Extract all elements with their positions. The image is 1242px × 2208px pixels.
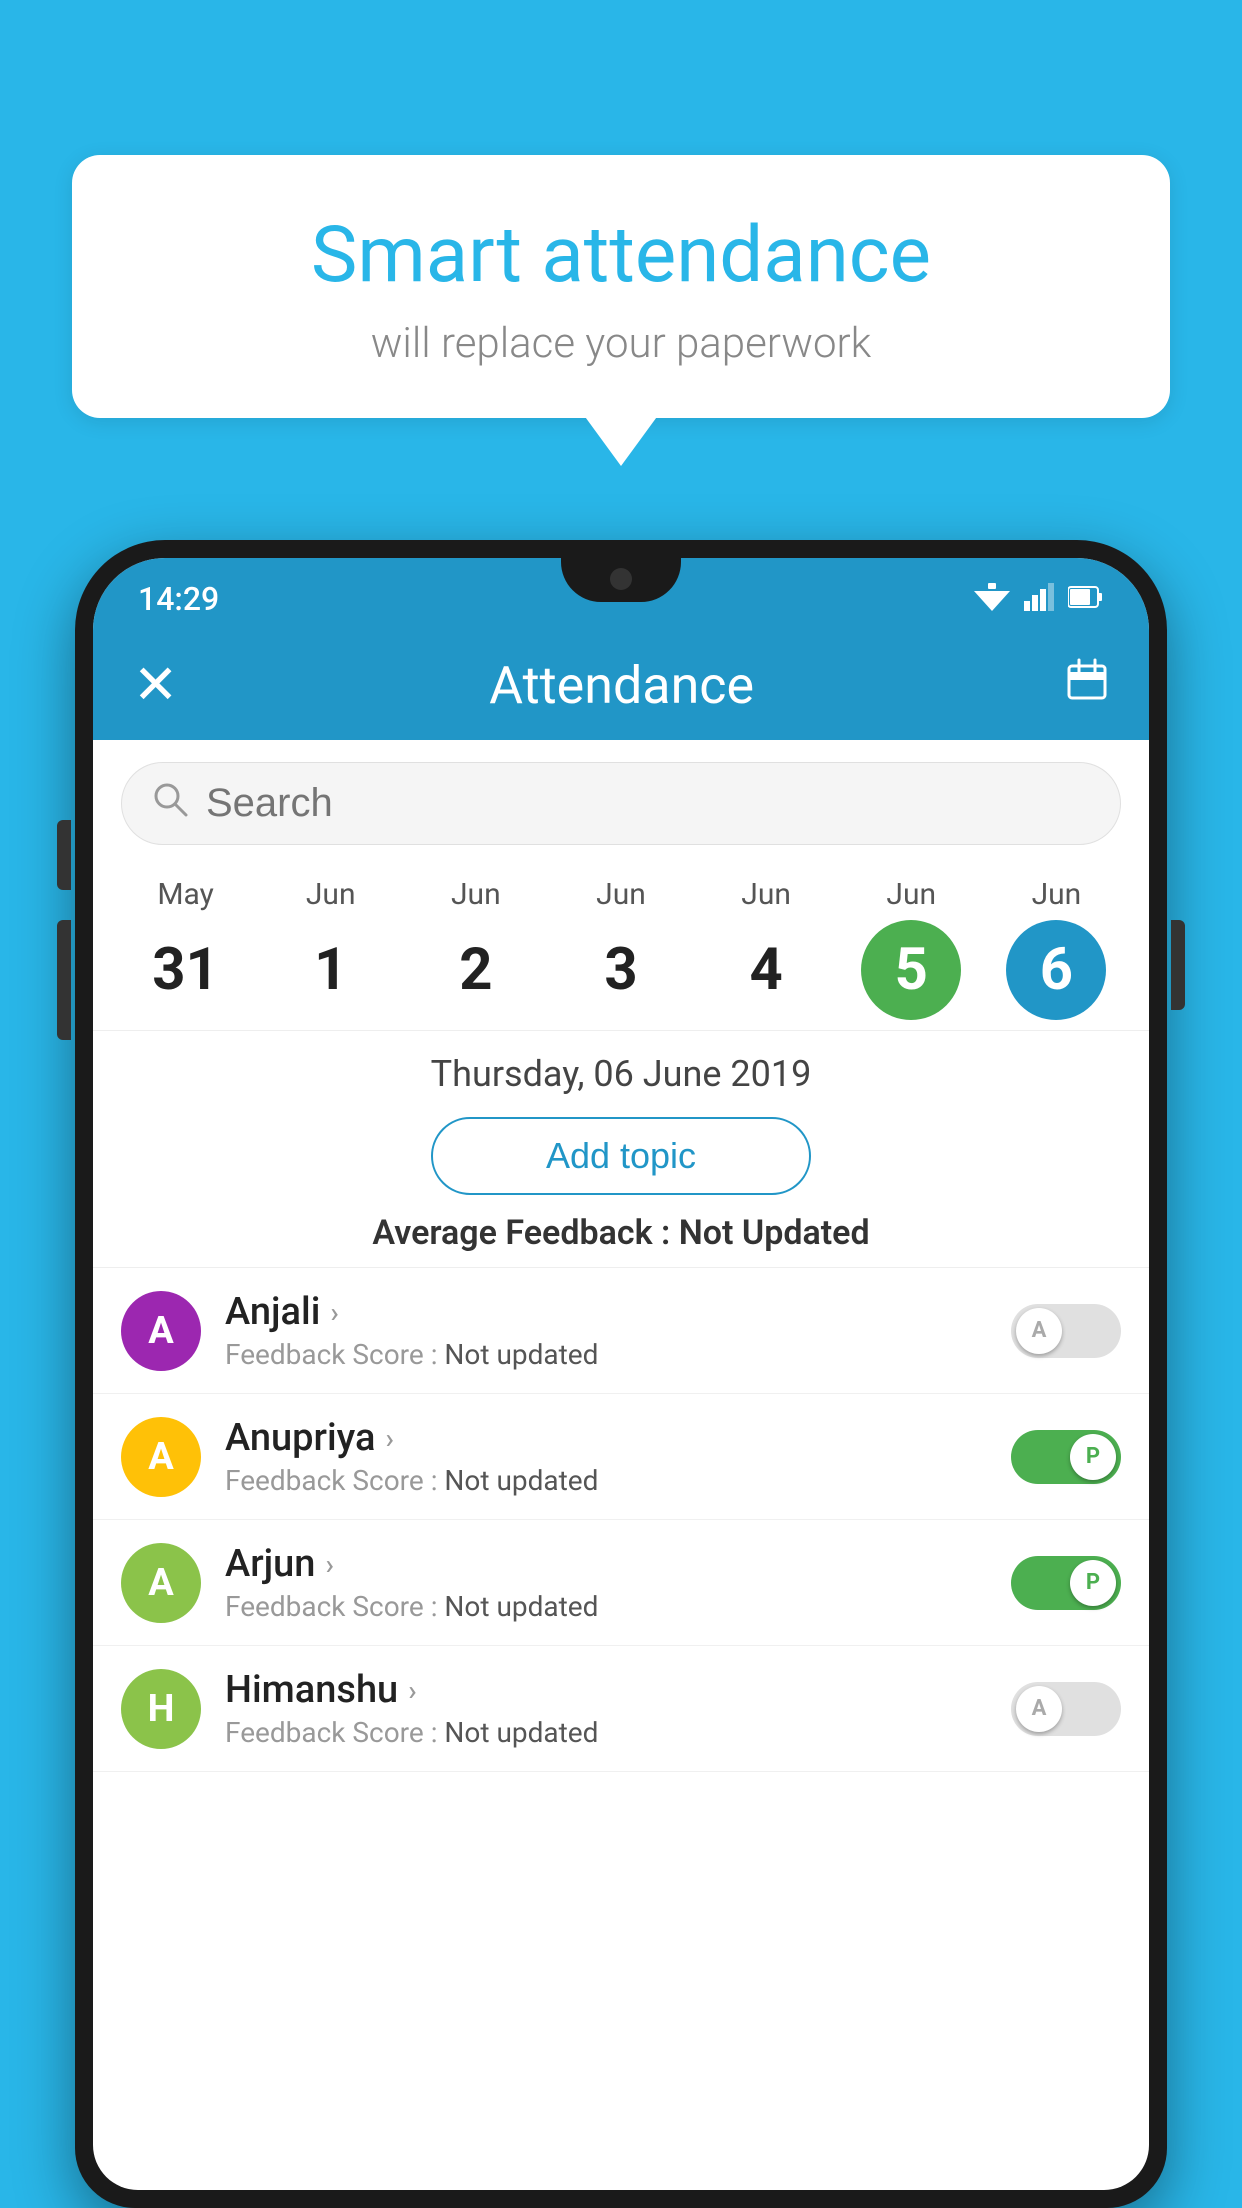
speech-bubble: Smart attendance will replace your paper… bbox=[72, 155, 1170, 418]
date-number[interactable]: 2 bbox=[426, 920, 526, 1020]
bubble-subtitle: will replace your paperwork bbox=[132, 319, 1110, 368]
avg-feedback-value: Not Updated bbox=[679, 1213, 870, 1253]
chevron-icon: › bbox=[330, 1296, 338, 1329]
attendance-toggle[interactable]: P bbox=[1011, 1430, 1121, 1484]
date-month: May bbox=[157, 877, 213, 912]
date-number[interactable]: 4 bbox=[716, 920, 816, 1020]
date-item[interactable]: May 31 bbox=[126, 877, 246, 1020]
student-list: AAnjali ›Feedback Score : Not updatedAAA… bbox=[93, 1268, 1149, 1772]
date-month: Jun bbox=[1032, 877, 1082, 912]
app-bar-title: Attendance bbox=[489, 655, 754, 716]
student-name: Himanshu › bbox=[225, 1668, 1011, 1712]
date-month: Jun bbox=[741, 877, 791, 912]
avatar: A bbox=[121, 1417, 201, 1497]
chevron-icon: › bbox=[408, 1674, 416, 1707]
student-name: Anupriya › bbox=[225, 1416, 1011, 1460]
date-item[interactable]: Jun 3 bbox=[561, 877, 681, 1020]
date-item[interactable]: Jun 5 bbox=[851, 877, 971, 1020]
avatar: A bbox=[121, 1291, 201, 1371]
date-number[interactable]: 6 bbox=[1006, 920, 1106, 1020]
avg-feedback-label: Average Feedback : bbox=[372, 1213, 678, 1253]
date-month: Jun bbox=[886, 877, 936, 912]
student-item[interactable]: A Arjun › Feedback Score : Not updated P bbox=[93, 1520, 1149, 1646]
wifi-icon bbox=[974, 583, 1010, 615]
student-name: Anjali › bbox=[225, 1290, 1011, 1334]
date-month: Jun bbox=[451, 877, 501, 912]
student-info: Arjun › Feedback Score : Not updated bbox=[225, 1542, 1011, 1623]
phone-frame: 14:29 bbox=[75, 540, 1167, 2208]
toggle-knob: A bbox=[1016, 1686, 1062, 1732]
avg-feedback: Average Feedback : Not Updated bbox=[93, 1213, 1149, 1268]
feedback-score: Feedback Score : Not updated bbox=[225, 1590, 1011, 1623]
status-time: 14:29 bbox=[138, 580, 219, 618]
student-item[interactable]: H Himanshu › Feedback Score : Not updatedA bbox=[93, 1646, 1149, 1772]
avatar: A bbox=[121, 1543, 201, 1623]
date-selector: May 31 Jun 1 Jun 2 Jun 3 Jun 4 Jun 5 Jun 6 bbox=[93, 867, 1149, 1031]
add-topic-button[interactable]: Add topic bbox=[431, 1117, 811, 1195]
feedback-score: Feedback Score : Not updated bbox=[225, 1464, 1011, 1497]
calendar-button[interactable] bbox=[1065, 658, 1109, 713]
date-number[interactable]: 31 bbox=[136, 920, 236, 1020]
signal-icon bbox=[1024, 583, 1054, 615]
toggle-container[interactable]: A bbox=[1011, 1682, 1121, 1736]
selected-date: Thursday, 06 June 2019 bbox=[93, 1031, 1149, 1109]
search-icon bbox=[152, 781, 188, 826]
date-month: Jun bbox=[306, 877, 356, 912]
date-item[interactable]: Jun 6 bbox=[996, 877, 1116, 1020]
app-bar: ✕ Attendance bbox=[93, 630, 1149, 740]
attendance-toggle[interactable]: P bbox=[1011, 1556, 1121, 1610]
toggle-container[interactable]: P bbox=[1011, 1556, 1121, 1610]
toggle-knob: P bbox=[1070, 1560, 1116, 1606]
avatar: H bbox=[121, 1669, 201, 1749]
camera bbox=[610, 568, 632, 590]
search-bar[interactable] bbox=[121, 762, 1121, 845]
toggle-container[interactable]: A bbox=[1011, 1304, 1121, 1358]
search-input[interactable] bbox=[206, 781, 1090, 826]
student-item[interactable]: A Anupriya › Feedback Score : Not updated P bbox=[93, 1394, 1149, 1520]
notch bbox=[561, 558, 681, 602]
volume-down-button bbox=[57, 920, 71, 1040]
attendance-toggle[interactable]: A bbox=[1011, 1304, 1121, 1358]
date-number[interactable]: 3 bbox=[571, 920, 671, 1020]
date-item[interactable]: Jun 1 bbox=[271, 877, 391, 1020]
toggle-knob: P bbox=[1070, 1434, 1116, 1480]
power-button bbox=[1171, 920, 1185, 1010]
student-info: Himanshu › Feedback Score : Not updated bbox=[225, 1668, 1011, 1749]
student-item[interactable]: AAnjali ›Feedback Score : Not updatedA bbox=[93, 1268, 1149, 1394]
feedback-score: Feedback Score : Not updated bbox=[225, 1338, 1011, 1371]
toggle-knob: A bbox=[1016, 1308, 1062, 1354]
volume-up-button bbox=[57, 820, 71, 890]
date-item[interactable]: Jun 2 bbox=[416, 877, 536, 1020]
date-month: Jun bbox=[596, 877, 646, 912]
phone-screen: 14:29 bbox=[93, 558, 1149, 2190]
close-button[interactable]: ✕ bbox=[133, 653, 178, 717]
date-item[interactable]: Jun 4 bbox=[706, 877, 826, 1020]
date-number[interactable]: 1 bbox=[281, 920, 381, 1020]
chevron-icon: › bbox=[325, 1548, 333, 1581]
student-name: Arjun › bbox=[225, 1542, 1011, 1586]
status-icons bbox=[974, 583, 1104, 615]
date-number[interactable]: 5 bbox=[861, 920, 961, 1020]
bubble-title: Smart attendance bbox=[132, 210, 1110, 301]
student-info: Anjali › Feedback Score : Not updated bbox=[225, 1290, 1011, 1371]
feedback-score: Feedback Score : Not updated bbox=[225, 1716, 1011, 1749]
toggle-container[interactable]: P bbox=[1011, 1430, 1121, 1484]
battery-icon bbox=[1068, 585, 1104, 613]
chevron-icon: › bbox=[385, 1422, 393, 1455]
attendance-toggle[interactable]: A bbox=[1011, 1682, 1121, 1736]
student-info: Anupriya › Feedback Score : Not updated bbox=[225, 1416, 1011, 1497]
